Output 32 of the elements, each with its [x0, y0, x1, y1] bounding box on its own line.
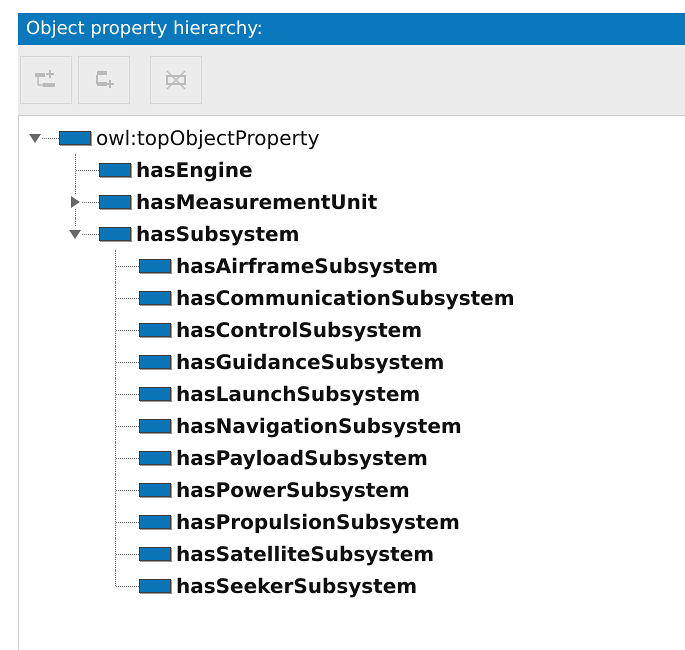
tree-item[interactable]: hasNavigationSubsystem: [176, 414, 462, 438]
tree-item[interactable]: hasEngine: [136, 158, 253, 182]
tree-item[interactable]: hasPayloadSubsystem: [176, 446, 428, 470]
tree-item[interactable]: hasMeasurementUnit: [136, 190, 378, 214]
property-icon: [99, 163, 131, 177]
property-icon: [139, 547, 171, 561]
tree-item[interactable]: hasSeekerSubsystem: [176, 574, 418, 598]
property-icon: [139, 355, 171, 369]
tree-item[interactable]: hasLaunchSubsystem: [176, 382, 420, 406]
property-icon: [139, 259, 171, 273]
tree-item[interactable]: hasCommunicationSubsystem: [176, 286, 515, 310]
property-icon: [139, 419, 171, 433]
tree-item[interactable]: hasPropulsionSubsystem: [176, 510, 460, 534]
crossed-box-icon: [163, 68, 189, 92]
property-icon: [59, 131, 91, 145]
property-icon: [139, 387, 171, 401]
property-icon: [99, 227, 131, 241]
property-icon: [139, 323, 171, 337]
tree-item[interactable]: owl:topObjectProperty: [96, 126, 320, 150]
tree-item[interactable]: hasAirframeSubsystem: [176, 254, 438, 278]
property-icon: [139, 291, 171, 305]
tree-item[interactable]: hasGuidanceSubsystem: [176, 350, 444, 374]
property-icon: [139, 451, 171, 465]
panel-title: Object property hierarchy:: [18, 13, 685, 45]
property-icon: [139, 483, 171, 497]
property-icon: [139, 579, 171, 593]
tree-item[interactable]: hasPowerSubsystem: [176, 478, 410, 502]
property-icon: [99, 195, 131, 209]
property-icon: [139, 515, 171, 529]
tree-item[interactable]: hasSubsystem: [136, 222, 300, 246]
tree-item[interactable]: hasControlSubsystem: [176, 318, 422, 342]
tree-item[interactable]: hasSatelliteSubsystem: [176, 542, 434, 566]
